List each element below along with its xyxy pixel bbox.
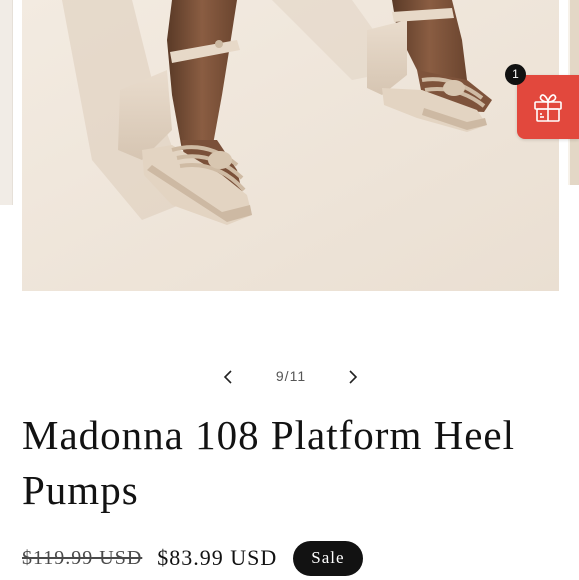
slide-counter: 9/11 (275, 368, 307, 384)
product-image[interactable] (22, 0, 559, 291)
product-title: Madonna 108 Platform Heel Pumps (22, 412, 515, 513)
chevron-right-icon (349, 370, 358, 384)
gift-widget-button[interactable] (517, 75, 579, 139)
price-row: $119.99 USD $83.99 USD Sale (22, 538, 363, 578)
sale-badge: Sale (293, 540, 363, 576)
next-slide-button[interactable] (340, 365, 364, 389)
gallery-navigation: 9/11 (0, 362, 579, 392)
sale-price: $83.99 USD (157, 545, 278, 570)
original-price: $119.99 USD (22, 546, 143, 569)
previous-slide-peek[interactable] (0, 0, 13, 205)
gift-count-badge: 1 (505, 64, 526, 85)
product-page: 1 9/11 Madonna 108 Platform Heel Pumps $… (0, 0, 579, 580)
previous-slide-button[interactable] (217, 365, 241, 389)
gift-icon (534, 94, 562, 122)
chevron-left-icon (223, 370, 232, 384)
